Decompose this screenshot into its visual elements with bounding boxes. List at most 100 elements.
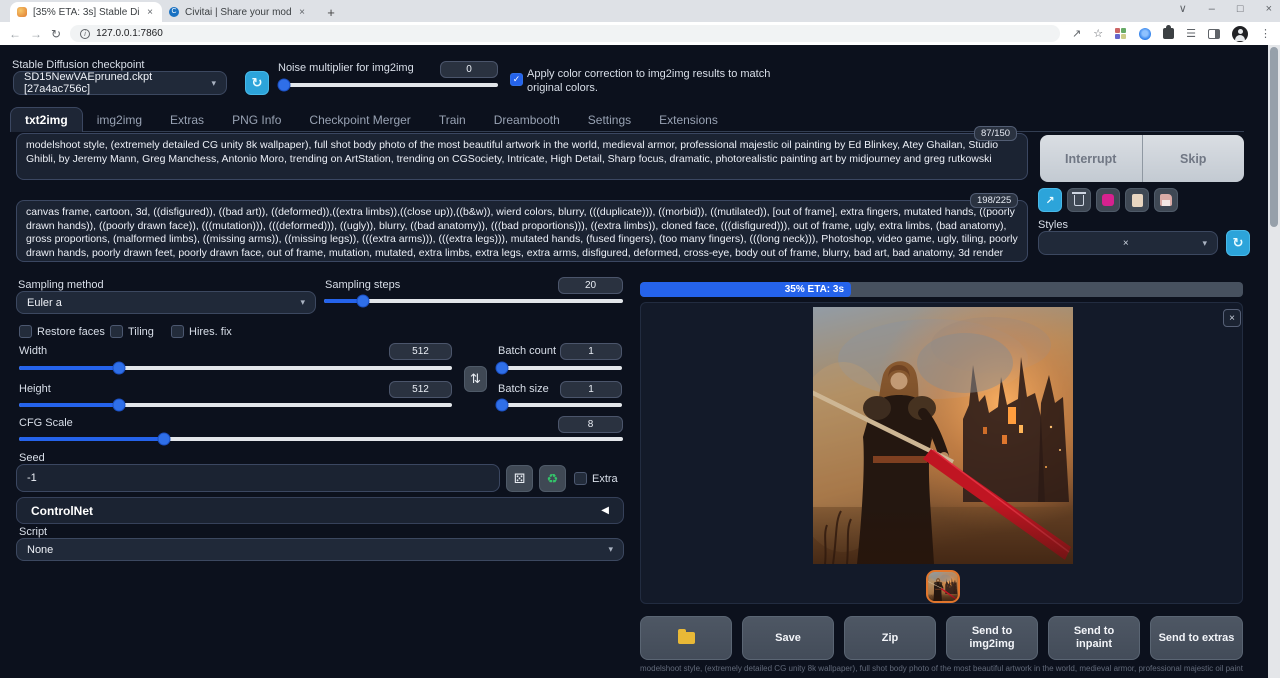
cfg-scale-slider[interactable] [19,437,623,441]
progress-fill: 35% ETA: 3s [640,282,851,297]
tiling-checkbox[interactable] [110,325,123,338]
paste-params-button[interactable]: ↗ [1038,188,1062,212]
extension-grid-icon[interactable] [1115,28,1127,40]
reload-icon[interactable]: ↻ [51,27,61,41]
color-correction-checkbox[interactable]: ✓ [510,73,523,86]
batch-count-slider[interactable] [498,366,622,370]
gallery-thumbnail[interactable] [926,570,960,603]
height-value[interactable]: 512 [389,381,452,398]
site-info-icon[interactable]: i [80,29,90,39]
slider-handle[interactable] [497,363,508,374]
swap-dimensions-button[interactable]: ⇅ [464,366,487,392]
batch-size-slider[interactable] [498,403,622,407]
tab-txt2img[interactable]: txt2img [10,107,83,132]
hires-fix-checkbox[interactable] [171,325,184,338]
negative-prompt-textarea[interactable]: canvas frame, cartoon, 3d, ((disfigured)… [16,200,1028,262]
maximize-icon[interactable]: □ [1237,3,1244,15]
tab-extras[interactable]: Extras [156,107,218,132]
width-slider[interactable] [19,366,452,370]
height-slider[interactable] [19,403,452,407]
tab-img2img[interactable]: img2img [83,107,156,132]
sampling-steps-value[interactable]: 20 [558,277,623,294]
tab-close-icon[interactable]: × [145,7,155,18]
send-to-extras-button[interactable]: Send to extras [1150,616,1243,660]
prompt-textarea[interactable]: modelshoot style, (extremely detailed CG… [16,133,1028,180]
open-folder-button[interactable] [640,616,732,660]
page-scrollbar[interactable] [1268,45,1280,678]
styles-dropdown[interactable]: × ▾ [1038,231,1218,255]
save-button[interactable]: Save [742,616,834,660]
batch-size-value[interactable]: 1 [560,381,622,398]
tab-extensions[interactable]: Extensions [645,107,732,132]
address-bar[interactable]: i 127.0.0.1:7860 [70,25,1060,42]
reading-list-icon[interactable]: ☰ [1186,27,1196,40]
send-to-inpaint-button[interactable]: Send to inpaint [1048,616,1140,660]
generated-image-preview[interactable] [813,307,1073,564]
slider-handle[interactable] [158,434,169,445]
extra-networks-button[interactable] [1096,188,1120,212]
checkpoint-dropdown[interactable]: SD15NewVAEpruned.ckpt [27a4ac756c] ▾ [13,71,227,95]
close-icon[interactable]: × [1266,3,1272,15]
slider-handle[interactable] [497,400,508,411]
sampling-steps-slider[interactable] [324,299,623,303]
slider-fill [19,437,164,441]
browser-tab-strip: [35% ETA: 3s] Stable Diffusion × C Civit… [0,0,1280,22]
extensions-puzzle-icon[interactable] [1163,28,1174,39]
browser-tab-civitai[interactable]: C Civitai | Share your models × [162,2,314,22]
refresh-styles-button[interactable]: ↻ [1226,230,1250,256]
tab-settings[interactable]: Settings [574,107,645,132]
cfg-scale-value[interactable]: 8 [558,416,623,433]
interrupt-button[interactable]: Interrupt [1040,135,1142,182]
slider-handle[interactable] [357,296,368,307]
clear-prompt-trash-button[interactable] [1067,188,1091,212]
send-to-img2img-button[interactable]: Send to img2img [946,616,1038,660]
main-tabs: txt2img img2img Extras PNG Info Checkpoi… [10,106,732,132]
share-icon[interactable]: ↗ [1072,27,1081,40]
skip-button[interactable]: Skip [1142,135,1245,182]
seed-input[interactable] [16,464,500,492]
extra-networks-card-icon [1102,194,1114,206]
scrollbar-thumb[interactable] [1270,47,1278,227]
chevron-down-icon[interactable]: ∨ [1179,2,1187,15]
noise-multiplier-value[interactable]: 0 [440,61,498,78]
slider-handle[interactable] [113,400,124,411]
restore-faces-label: Restore faces [37,326,105,338]
width-value[interactable]: 512 [389,343,452,360]
tab-checkpoint-merger[interactable]: Checkpoint Merger [295,107,424,132]
output-gallery: × [640,302,1243,604]
menu-dots-icon[interactable]: ⋮ [1260,27,1271,40]
sampling-method-dropdown[interactable]: Euler a ▾ [16,291,316,314]
profile-avatar[interactable] [1232,26,1248,42]
apply-styles-button[interactable] [1125,188,1149,212]
controlnet-accordion[interactable]: ControlNet ◀ [16,497,624,524]
script-dropdown[interactable]: None ▾ [16,538,624,561]
extension-blue-icon[interactable] [1139,28,1151,40]
random-seed-dice-button[interactable]: ⚄ [506,465,533,492]
slider-handle[interactable] [279,80,290,91]
clear-styles-icon[interactable]: × [1123,238,1129,249]
toolbar-icons: ↗ ☆ ☰ ⋮ [1072,26,1271,42]
tab-dreambooth[interactable]: Dreambooth [480,107,574,132]
tab-png-info[interactable]: PNG Info [218,107,295,132]
back-icon[interactable]: ← [9,27,21,41]
bookmark-star-icon[interactable]: ☆ [1093,27,1103,40]
slider-handle[interactable] [113,363,124,374]
slider-fill [19,366,119,370]
new-tab-button[interactable]: + [322,3,340,21]
trash-icon [1074,195,1084,206]
batch-count-value[interactable]: 1 [560,343,622,360]
tab-train[interactable]: Train [425,107,480,132]
extra-seed-checkbox[interactable] [574,472,587,485]
forward-icon[interactable]: → [30,27,42,41]
refresh-checkpoints-button[interactable]: ↻ [245,71,269,95]
browser-tab-stable-diffusion[interactable]: [35% ETA: 3s] Stable Diffusion × [10,2,162,22]
restore-faces-checkbox[interactable] [19,325,32,338]
noise-multiplier-slider[interactable] [281,83,498,87]
save-style-button[interactable] [1154,188,1178,212]
minimize-icon[interactable]: – [1209,3,1215,15]
tab-close-icon[interactable]: × [297,7,307,18]
side-panel-icon[interactable] [1208,29,1220,39]
close-gallery-icon[interactable]: × [1223,309,1241,327]
reuse-seed-recycle-button[interactable]: ♻ [539,465,566,492]
zip-button[interactable]: Zip [844,616,936,660]
